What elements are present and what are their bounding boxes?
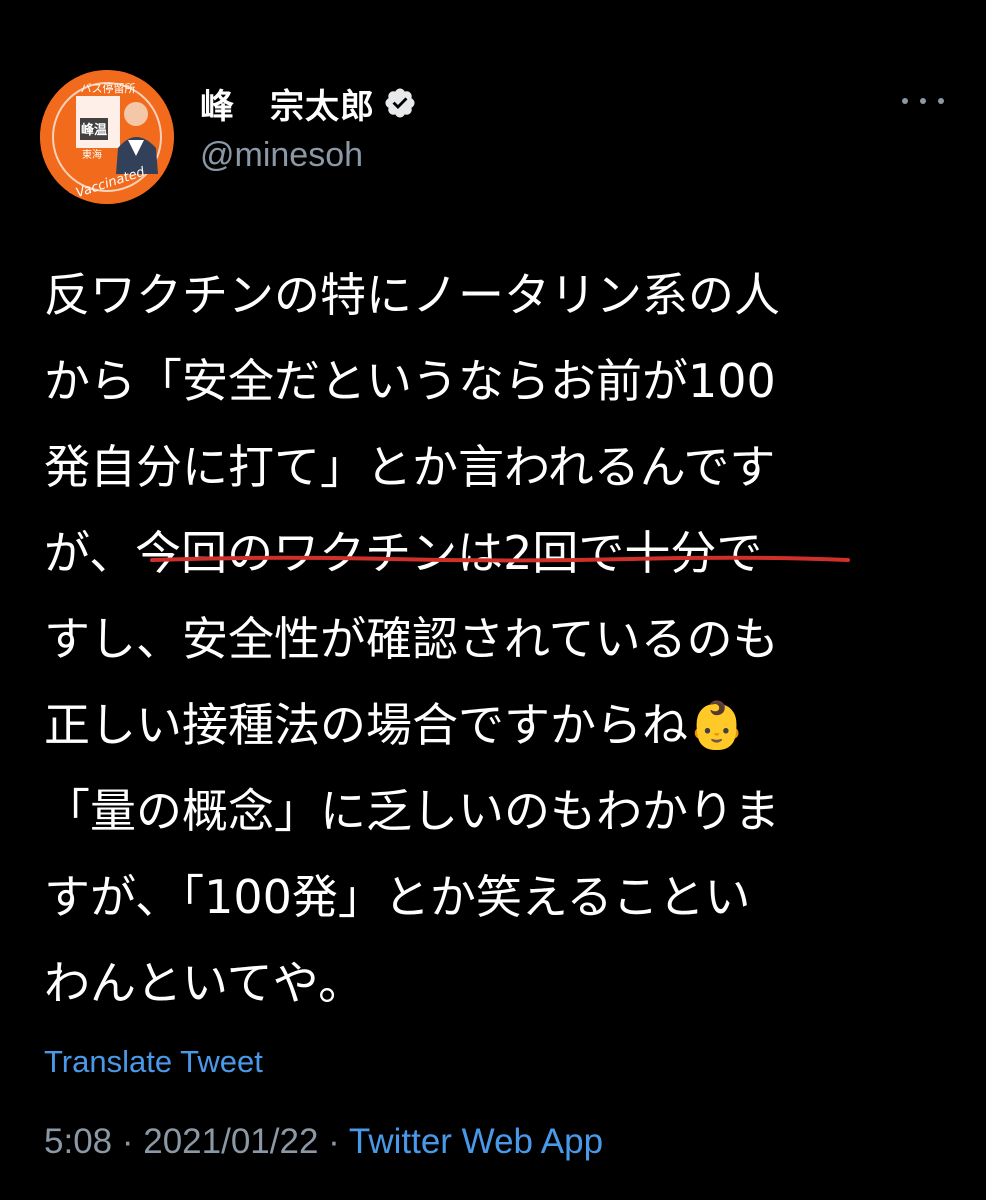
tweet-line: 「量の概念」に乏しいのもわかりま xyxy=(44,784,780,838)
tweet-time[interactable]: 5:08 xyxy=(44,1122,112,1161)
meta-separator: · xyxy=(318,1122,349,1161)
translate-tweet-link[interactable]: Translate Tweet xyxy=(44,1044,263,1080)
red-underline-annotation xyxy=(150,555,850,563)
more-horizontal-icon[interactable] xyxy=(902,94,944,108)
more-dot xyxy=(920,98,926,104)
tweet-date[interactable]: 2021/01/22 xyxy=(143,1122,318,1161)
tweet-source-link[interactable]: Twitter Web App xyxy=(349,1122,603,1161)
avatar-sign-text: 峰温 xyxy=(81,122,107,138)
author-handle[interactable]: @minesoh xyxy=(200,136,417,175)
tweet-line: 発自分に打て」とか言われるんです xyxy=(44,440,776,494)
display-name[interactable]: 峰 宗太郎 xyxy=(200,79,375,128)
tweet-card: バス停留所 峰温 東海 I'm Vaccinated 峰 宗太郎 @mineso… xyxy=(0,0,986,1200)
avatar-image: バス停留所 峰温 東海 I'm Vaccinated xyxy=(40,70,174,204)
more-dot xyxy=(938,98,944,104)
more-dot xyxy=(902,98,908,104)
tweet-header: バス停留所 峰温 東海 I'm Vaccinated 峰 宗太郎 @mineso… xyxy=(40,70,946,204)
tweet-line: 正しい接種法の場合ですからね👶 xyxy=(44,698,746,752)
author-block: 峰 宗太郎 @minesoh xyxy=(200,78,417,175)
tweet-line: すし、安全性が確認されているのも xyxy=(44,612,779,666)
tweet-line: 反ワクチンの特にノータリン系の人 xyxy=(44,268,780,322)
avatar[interactable]: バス停留所 峰温 東海 I'm Vaccinated xyxy=(40,70,174,204)
tweet-line: すが、「100発」とか笑えることい xyxy=(44,870,751,924)
meta-separator: · xyxy=(112,1122,144,1161)
tweet-text: 反ワクチンの特にノータリン系の人 から「安全だというならお前が100 発自分に打… xyxy=(44,252,944,1026)
tweet-line: から「安全だというならお前が100 xyxy=(44,354,776,408)
avatar-bottom-text: 東海 xyxy=(82,148,102,161)
tweet-meta: 5:08 · 2021/01/22 · Twitter Web App xyxy=(44,1122,603,1162)
verified-badge-icon xyxy=(385,88,415,118)
display-name-row: 峰 宗太郎 xyxy=(200,78,417,128)
avatar-top-text: バス停留所 xyxy=(81,81,136,95)
tweet-line: わんといてや。 xyxy=(44,956,365,1010)
